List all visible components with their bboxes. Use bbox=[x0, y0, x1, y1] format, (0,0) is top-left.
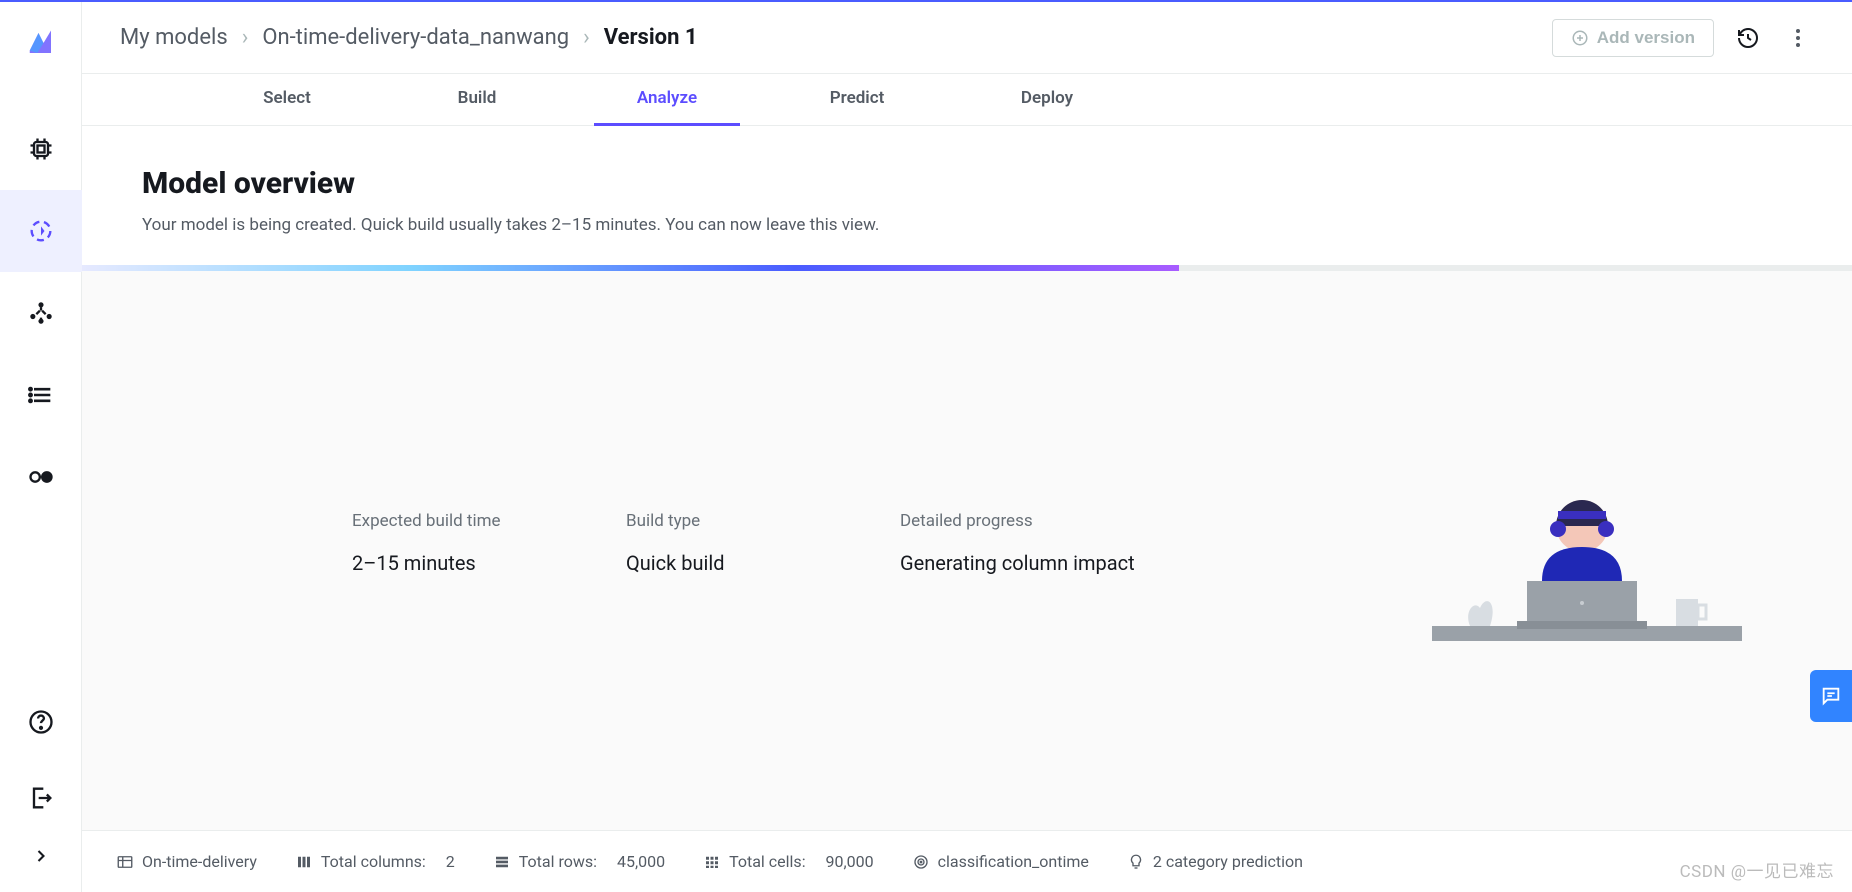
footer-label: Total rows: bbox=[519, 852, 597, 871]
top-bar: My models › On-time-delivery-data_nanwan… bbox=[82, 2, 1852, 74]
history-icon[interactable] bbox=[1732, 22, 1764, 54]
footer-value: 45,000 bbox=[617, 852, 665, 871]
footer-target: classification_ontime bbox=[912, 852, 1089, 871]
build-status-pane: Expected build time 2–15 minutes Build t… bbox=[82, 271, 1852, 830]
chat-fab-button[interactable] bbox=[1810, 670, 1852, 722]
tab-deploy[interactable]: Deploy bbox=[952, 74, 1142, 125]
footer-source-text: On-time-delivery bbox=[142, 852, 257, 871]
tab-build[interactable]: Build bbox=[382, 74, 572, 125]
sidebar bbox=[0, 2, 82, 892]
target-icon bbox=[912, 853, 930, 871]
add-version-label: Add version bbox=[1597, 28, 1695, 48]
breadcrumb-version: Version 1 bbox=[604, 25, 698, 50]
tab-predict[interactable]: Predict bbox=[762, 74, 952, 125]
breadcrumb-root[interactable]: My models bbox=[120, 25, 228, 50]
page-subtitle: Your model is being created. Quick build… bbox=[142, 215, 1852, 235]
kebab-icon bbox=[1796, 29, 1800, 47]
footer-prediction-text: 2 category prediction bbox=[1153, 852, 1303, 871]
more-actions-button[interactable] bbox=[1782, 22, 1814, 54]
sidebar-item-toggle-icon[interactable] bbox=[0, 436, 82, 518]
sidebar-item-list-icon[interactable] bbox=[0, 354, 82, 436]
stat-label: Build type bbox=[626, 511, 876, 531]
stat-value: Quick build bbox=[626, 551, 876, 575]
footer-value: 2 bbox=[446, 852, 455, 871]
stat-label: Expected build time bbox=[352, 511, 602, 531]
grid-icon bbox=[703, 853, 721, 871]
plus-circle-icon bbox=[1571, 29, 1589, 47]
watermark: CSDN @一见已难忘 bbox=[1680, 857, 1834, 882]
stat-build-type: Build type Quick build bbox=[626, 511, 876, 575]
chevron-right-icon: › bbox=[583, 25, 590, 50]
stat-label: Detailed progress bbox=[900, 511, 1150, 531]
footer-cells: Total cells: 90,000 bbox=[703, 852, 874, 871]
footer-source: On-time-delivery bbox=[116, 852, 257, 871]
sidebar-item-graph-icon[interactable] bbox=[0, 272, 82, 354]
footer-prediction-type: 2 category prediction bbox=[1127, 852, 1303, 871]
sidebar-item-analyze-icon[interactable] bbox=[0, 190, 82, 272]
status-footer: On-time-delivery Total columns: 2 Total … bbox=[82, 830, 1852, 892]
breadcrumb: My models › On-time-delivery-data_nanwan… bbox=[120, 25, 698, 50]
page-title: Model overview bbox=[142, 166, 1852, 201]
breadcrumb-dataset[interactable]: On-time-delivery-data_nanwang bbox=[262, 25, 569, 50]
person-laptop-illustration bbox=[1432, 471, 1742, 645]
app-logo-icon bbox=[26, 28, 56, 58]
footer-label: Total cells: bbox=[729, 852, 805, 871]
content: Model overview Your model is being creat… bbox=[82, 126, 1852, 830]
logout-icon[interactable] bbox=[0, 760, 82, 836]
rows-icon bbox=[493, 853, 511, 871]
chevron-right-icon: › bbox=[242, 25, 249, 50]
stat-value: 2–15 minutes bbox=[352, 551, 602, 575]
chat-icon bbox=[1820, 685, 1842, 707]
main-area: My models › On-time-delivery-data_nanwan… bbox=[82, 2, 1852, 892]
tab-analyze[interactable]: Analyze bbox=[572, 74, 762, 125]
footer-value: 90,000 bbox=[826, 852, 874, 871]
columns-icon bbox=[295, 853, 313, 871]
footer-label: Total columns: bbox=[321, 852, 426, 871]
stat-value: Generating column impact bbox=[900, 551, 1150, 575]
bulb-icon bbox=[1127, 853, 1145, 871]
footer-target-text: classification_ontime bbox=[938, 852, 1089, 871]
footer-rows: Total rows: 45,000 bbox=[493, 852, 665, 871]
help-icon[interactable] bbox=[0, 684, 82, 760]
tab-select[interactable]: Select bbox=[192, 74, 382, 125]
sidebar-item-compute-icon[interactable] bbox=[0, 108, 82, 190]
tab-bar: Select Build Analyze Predict Deploy bbox=[82, 74, 1852, 126]
footer-columns: Total columns: 2 bbox=[295, 852, 455, 871]
stat-detail: Detailed progress Generating column impa… bbox=[900, 511, 1150, 575]
sidebar-expand-icon[interactable] bbox=[0, 836, 82, 876]
add-version-button[interactable]: Add version bbox=[1552, 19, 1714, 57]
table-icon bbox=[116, 853, 134, 871]
stat-expected-time: Expected build time 2–15 minutes bbox=[352, 511, 602, 575]
